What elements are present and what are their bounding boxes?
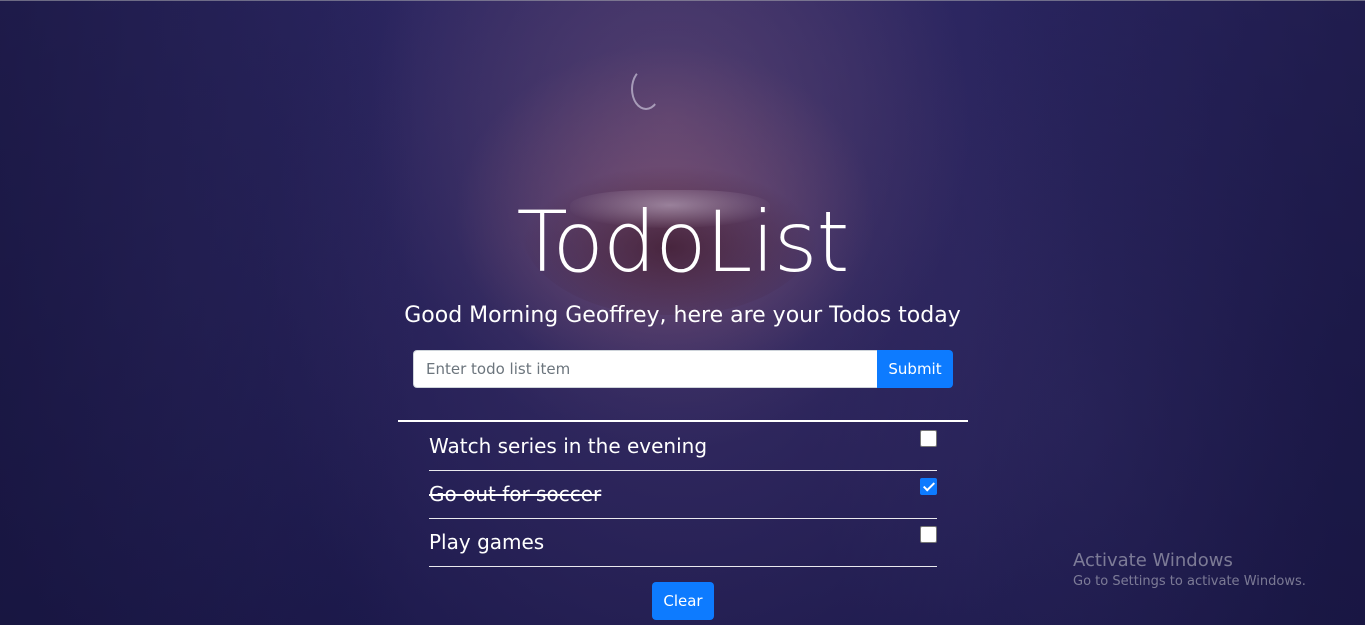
todo-item-checkbox[interactable]	[920, 478, 937, 495]
divider	[398, 420, 968, 422]
todo-item-text: Watch series in the evening	[429, 434, 708, 458]
greeting-text: Good Morning Geoffrey, here are your Tod…	[404, 303, 961, 328]
clear-button[interactable]: Clear	[652, 582, 714, 620]
app-title: TodoList	[516, 193, 850, 291]
activate-windows-watermark: Activate Windows Go to Settings to activ…	[1073, 549, 1306, 591]
todo-item-text: Go out for soccer	[429, 482, 602, 506]
todo-list: Watch series in the evening Go out for s…	[429, 423, 937, 567]
page: TodoList Good Morning Geoffrey, here are…	[0, 0, 1365, 625]
todo-item-checkbox[interactable]	[920, 430, 937, 447]
todo-form: Submit	[413, 350, 953, 388]
todo-item: Go out for soccer	[429, 471, 937, 519]
watermark-subtitle: Go to Settings to activate Windows.	[1073, 574, 1306, 589]
todo-item: Play games	[429, 519, 937, 567]
todo-input[interactable]	[413, 350, 877, 388]
todo-item-text: Play games	[429, 530, 545, 554]
submit-button[interactable]: Submit	[877, 350, 953, 388]
watermark-title: Activate Windows	[1073, 550, 1233, 571]
top-border	[0, 0, 1365, 1]
todo-item: Watch series in the evening	[429, 423, 937, 471]
todo-item-checkbox[interactable]	[920, 526, 937, 543]
